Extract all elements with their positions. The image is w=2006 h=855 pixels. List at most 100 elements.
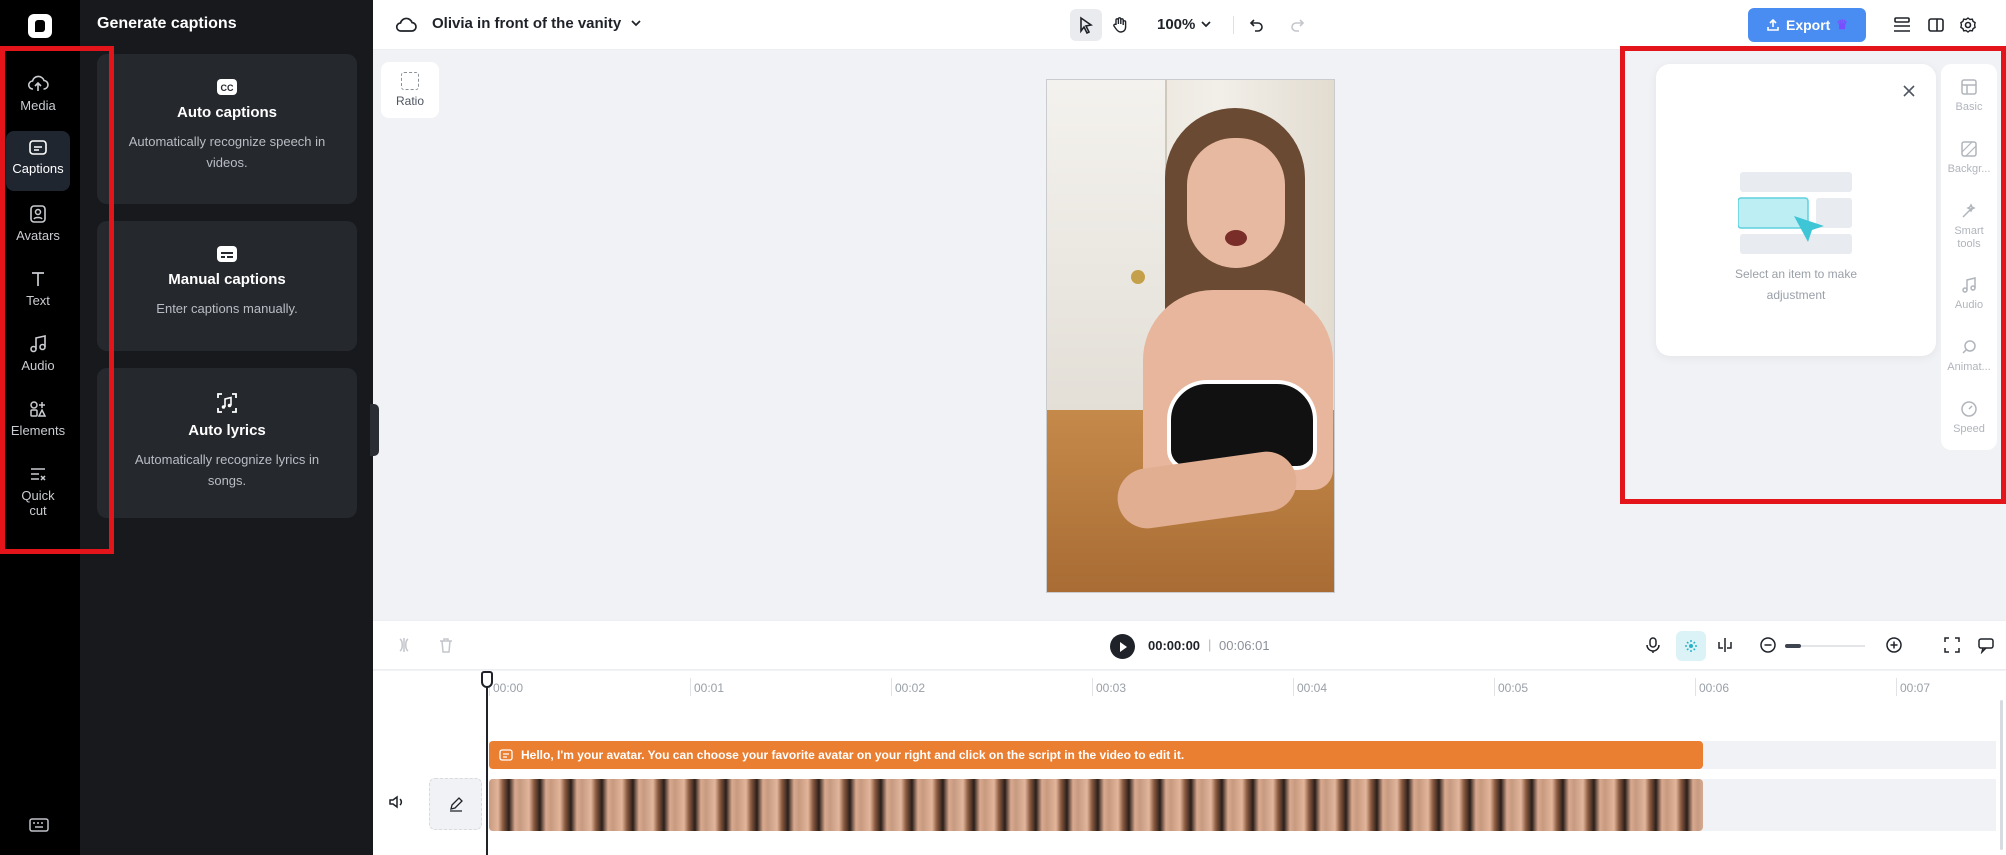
tab-basic[interactable]: Basic bbox=[1941, 78, 1997, 114]
elements-icon bbox=[30, 401, 47, 417]
tab-speed[interactable]: Speed bbox=[1941, 400, 1997, 436]
rail-item-label: Captions bbox=[12, 161, 64, 176]
hand-tool-button[interactable] bbox=[1104, 9, 1136, 41]
microphone-icon[interactable] bbox=[1644, 636, 1662, 654]
basic-icon bbox=[1961, 79, 1977, 95]
split-panel-icon bbox=[1928, 18, 1944, 32]
time-tick: 00:01 bbox=[689, 678, 725, 696]
card-title: Auto captions bbox=[177, 104, 277, 121]
split-clip-icon[interactable] bbox=[1716, 636, 1734, 654]
total-duration: 00:06:01 bbox=[1219, 638, 1270, 653]
layers-button[interactable] bbox=[1886, 9, 1918, 41]
card-description: Automatically recognize speech in videos… bbox=[128, 134, 326, 170]
video-preview[interactable] bbox=[1046, 79, 1335, 593]
lyrics-icon bbox=[217, 393, 237, 413]
video-clip[interactable] bbox=[489, 779, 1703, 831]
script-clip[interactable]: Hello, I'm your avatar. You can choose y… bbox=[489, 741, 1703, 769]
property-tabs: Basic Backgr... Smart tools Audio Animat… bbox=[1941, 64, 1997, 450]
tab-audio[interactable]: Audio bbox=[1941, 276, 1997, 312]
chevron-down-icon[interactable] bbox=[1199, 17, 1213, 31]
card-title: Auto lyrics bbox=[188, 422, 266, 439]
background-icon bbox=[1961, 141, 1977, 157]
feedback-icon[interactable] bbox=[1977, 636, 1995, 654]
rail-item-media[interactable]: Media bbox=[6, 66, 70, 126]
select-tool-button[interactable] bbox=[1070, 9, 1102, 41]
panel-collapse-handle[interactable] bbox=[370, 404, 379, 456]
time-tick: 00:00 bbox=[488, 678, 524, 696]
captions-icon bbox=[499, 749, 513, 761]
card-description: Enter captions manually. bbox=[156, 301, 298, 316]
tab-label: Basic bbox=[1955, 101, 1983, 113]
timeline-zoom-slider[interactable] bbox=[1785, 644, 1865, 648]
rail-item-avatars[interactable]: Avatars bbox=[6, 196, 70, 256]
fullscreen-icon[interactable] bbox=[1943, 636, 1961, 654]
zoom-level[interactable]: 100% bbox=[1157, 16, 1195, 33]
app-logo[interactable] bbox=[28, 14, 52, 38]
rail-item-audio[interactable]: Audio bbox=[6, 326, 70, 386]
time-tick: 00:06 bbox=[1694, 678, 1730, 696]
rail-item-label: Quick cut bbox=[21, 488, 55, 518]
project-title[interactable]: Olivia in front of the vanity bbox=[432, 15, 621, 32]
undo-button[interactable] bbox=[1241, 9, 1273, 41]
undo-icon bbox=[1249, 19, 1263, 32]
keyboard-shortcuts-icon[interactable] bbox=[28, 816, 50, 839]
magnet-spark-icon bbox=[1685, 640, 1697, 652]
top-bar: Olivia in front of the vanity 100% Expor… bbox=[373, 0, 2006, 50]
cloud-upload-icon bbox=[27, 75, 49, 91]
manual-captions-card[interactable]: Manual captions Enter captions manually. bbox=[97, 221, 357, 351]
chevron-down-icon[interactable] bbox=[629, 16, 643, 30]
rail-item-quick-cut[interactable]: Quick cut bbox=[6, 456, 70, 531]
tab-smart-tools[interactable]: Smart tools bbox=[1941, 202, 1997, 251]
zoom-slider-fill bbox=[1785, 644, 1801, 648]
trash-icon[interactable] bbox=[437, 636, 455, 654]
card-description: Automatically recognize lyrics in songs. bbox=[134, 452, 320, 488]
hand-icon bbox=[1113, 17, 1127, 33]
time-tick: 00:07 bbox=[1895, 678, 1931, 696]
quick-cut-icon bbox=[31, 468, 46, 481]
time-tick: 00:05 bbox=[1493, 678, 1529, 696]
timeline-scrollbar[interactable] bbox=[2000, 700, 2003, 850]
rail-item-captions[interactable]: Captions bbox=[6, 131, 70, 191]
pencil-icon bbox=[449, 797, 463, 812]
playhead[interactable] bbox=[486, 671, 488, 855]
export-button[interactable]: Export ♛ bbox=[1748, 8, 1866, 42]
playhead-handle[interactable] bbox=[481, 671, 493, 688]
properties-empty-card: Select an item to make adjustment bbox=[1656, 64, 1936, 356]
left-rail: Media Captions Avatars Text Audio Elemen… bbox=[0, 0, 80, 855]
captions-panel: Generate captions CC Auto captions Autom… bbox=[80, 0, 373, 855]
play-icon bbox=[1119, 641, 1127, 652]
rail-item-label: Media bbox=[20, 98, 56, 113]
svg-text:CC: CC bbox=[221, 83, 234, 93]
speaker-icon[interactable] bbox=[387, 793, 405, 811]
rail-item-label: Elements bbox=[10, 423, 66, 438]
ratio-label: Ratio bbox=[395, 94, 424, 108]
speedometer-icon bbox=[1961, 401, 1977, 417]
tab-background[interactable]: Backgr... bbox=[1941, 140, 1997, 176]
captions-icon bbox=[29, 140, 47, 155]
rail-item-elements[interactable]: Elements bbox=[6, 391, 70, 451]
close-icon[interactable] bbox=[1900, 82, 1918, 100]
toggle-panel-button[interactable] bbox=[1920, 9, 1952, 41]
redo-button[interactable] bbox=[1281, 9, 1313, 41]
zoom-out-icon[interactable] bbox=[1759, 636, 1777, 654]
play-button[interactable] bbox=[1110, 634, 1135, 659]
ratio-button[interactable]: Ratio bbox=[381, 62, 439, 118]
crown-icon: ♛ bbox=[1836, 17, 1848, 32]
auto-snap-button[interactable] bbox=[1676, 631, 1706, 661]
tab-label: Speed bbox=[1953, 423, 1985, 435]
rail-item-label: Avatars bbox=[16, 228, 60, 243]
tab-label: Animat... bbox=[1947, 361, 1991, 373]
auto-captions-card[interactable]: CC Auto captions Automatically recognize… bbox=[97, 54, 357, 204]
tab-label: Audio bbox=[1954, 299, 1984, 311]
time-separator: | bbox=[1208, 637, 1212, 652]
zoom-in-icon[interactable] bbox=[1885, 636, 1903, 654]
auto-lyrics-card[interactable]: Auto lyrics Automatically recognize lyri… bbox=[97, 368, 357, 518]
cc-icon: CC bbox=[217, 79, 237, 95]
ratio-icon bbox=[401, 72, 419, 90]
settings-button[interactable] bbox=[1952, 9, 1984, 41]
split-icon[interactable] bbox=[395, 636, 413, 654]
tab-animation[interactable]: Animat... bbox=[1941, 338, 1997, 374]
rail-item-text[interactable]: Text bbox=[6, 261, 70, 321]
edit-cover-button[interactable] bbox=[429, 778, 482, 830]
upload-icon bbox=[1767, 18, 1779, 31]
